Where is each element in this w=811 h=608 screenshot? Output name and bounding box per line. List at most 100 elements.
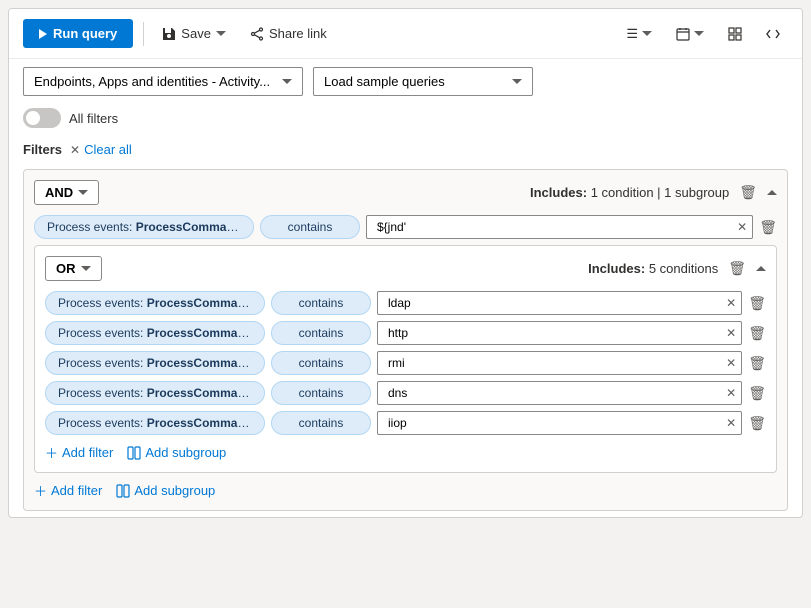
and-add-filter-button[interactable]: ＋ Add filter xyxy=(34,481,102,500)
or-condition-delete-4[interactable]: 🗑 xyxy=(748,415,766,432)
or-condition-operator-3: contains xyxy=(271,381,371,405)
or-condition-row-3: Process events: ProcessComman... contain… xyxy=(45,381,766,405)
calendar-button[interactable] xyxy=(668,23,712,45)
and-condition-value-wrapper: ✕ xyxy=(366,215,753,239)
or-group-info: Includes: 5 conditions 🗑 xyxy=(588,260,766,277)
or-condition-field-2: Process events: ProcessComman... xyxy=(45,351,265,375)
or-condition-value-wrapper-3: ✕ xyxy=(377,381,742,405)
and-condition-field: Process events: ProcessComman... xyxy=(34,215,254,239)
source-dropdown-chevron-icon xyxy=(282,79,292,84)
or-condition-operator-2: contains xyxy=(271,351,371,375)
save-label: Save xyxy=(181,26,211,41)
toolbar-separator xyxy=(143,22,144,46)
run-query-label: Run query xyxy=(53,26,117,41)
grid-button[interactable] xyxy=(720,23,750,45)
main-container: Run query Save Share link ☰ En xyxy=(8,8,803,518)
clear-all-button[interactable]: ✕ Clear all xyxy=(70,142,132,157)
and-group-header: AND Includes: 1 condition | 1 subgroup 🗑 xyxy=(34,180,777,205)
and-add-filter-plus-icon: ＋ xyxy=(34,481,47,500)
and-includes-label: Includes: 1 condition | 1 subgroup xyxy=(530,185,729,200)
source-dropdown-label: Endpoints, Apps and identities - Activit… xyxy=(34,74,270,89)
or-condition-value-wrapper-1: ✕ xyxy=(377,321,742,345)
or-condition-clear-1[interactable]: ✕ xyxy=(726,326,736,340)
and-operator-button[interactable]: AND xyxy=(34,180,99,205)
filters-label: Filters xyxy=(23,142,62,157)
play-icon xyxy=(39,29,47,39)
or-condition-clear-2[interactable]: ✕ xyxy=(726,356,736,370)
and-group-info: Includes: 1 condition | 1 subgroup 🗑 xyxy=(530,184,777,201)
or-condition-operator-4: contains xyxy=(271,411,371,435)
or-condition-delete-1[interactable]: 🗑 xyxy=(748,325,766,342)
all-filters-row: All filters xyxy=(9,104,802,136)
run-query-button[interactable]: Run query xyxy=(23,19,133,48)
and-add-subgroup-icon xyxy=(116,484,130,498)
code-icon xyxy=(766,27,780,41)
and-condition-operator: contains xyxy=(260,215,360,239)
or-condition-delete-3[interactable]: 🗑 xyxy=(748,385,766,402)
and-condition-delete-button[interactable]: 🗑 xyxy=(759,219,777,236)
all-filters-toggle[interactable] xyxy=(23,108,61,128)
or-condition-row-1: Process events: ProcessComman... contain… xyxy=(45,321,766,345)
or-condition-row-4: Process events: ProcessComman... contain… xyxy=(45,411,766,435)
source-dropdown[interactable]: Endpoints, Apps and identities - Activit… xyxy=(23,67,303,96)
save-button[interactable]: Save xyxy=(154,22,234,45)
or-condition-value-input-4[interactable] xyxy=(377,411,742,435)
and-group-collapse-icon[interactable] xyxy=(767,190,777,195)
or-operator-label: OR xyxy=(56,261,76,276)
list-icon: ☰ xyxy=(626,26,638,42)
dropdowns-row: Endpoints, Apps and identities - Activit… xyxy=(9,59,802,104)
and-condition-value-input[interactable] xyxy=(366,215,753,239)
or-condition-field-0: Process events: ProcessComman... xyxy=(45,291,265,315)
or-condition-value-input-1[interactable] xyxy=(377,321,742,345)
or-condition-value-input-2[interactable] xyxy=(377,351,742,375)
or-subgroup: OR Includes: 5 conditions 🗑 Process even… xyxy=(34,245,777,473)
code-button[interactable] xyxy=(758,23,788,45)
or-condition-value-input-3[interactable] xyxy=(377,381,742,405)
or-condition-clear-3[interactable]: ✕ xyxy=(726,386,736,400)
calendar-icon xyxy=(676,27,690,41)
and-condition-row: Process events: ProcessComman... contain… xyxy=(34,215,777,239)
and-operator-chevron-icon xyxy=(78,190,88,195)
or-condition-delete-2[interactable]: 🗑 xyxy=(748,355,766,372)
share-link-button[interactable]: Share link xyxy=(242,22,335,45)
or-condition-field-1: Process events: ProcessComman... xyxy=(45,321,265,345)
save-chevron-icon xyxy=(216,31,226,36)
calendar-chevron-icon xyxy=(694,31,704,36)
or-group-delete-button[interactable]: 🗑 xyxy=(728,260,746,277)
or-condition-value-wrapper-2: ✕ xyxy=(377,351,742,375)
or-condition-operator-0: contains xyxy=(271,291,371,315)
clear-all-label: Clear all xyxy=(84,142,132,157)
or-add-subgroup-button[interactable]: Add subgroup xyxy=(127,445,226,460)
toolbar: Run query Save Share link ☰ xyxy=(9,9,802,59)
or-condition-field-4: Process events: ProcessComman... xyxy=(45,411,265,435)
or-condition-row-2: Process events: ProcessComman... contain… xyxy=(45,351,766,375)
or-add-row: ＋ Add filter Add subgroup xyxy=(45,443,766,462)
and-operator-label: AND xyxy=(45,185,73,200)
share-link-label: Share link xyxy=(269,26,327,41)
or-condition-value-input-0[interactable] xyxy=(377,291,742,315)
or-group-collapse-icon[interactable] xyxy=(756,266,766,271)
or-operator-button[interactable]: OR xyxy=(45,256,102,281)
all-filters-label: All filters xyxy=(69,111,118,126)
or-condition-row-0: Process events: ProcessComman... contain… xyxy=(45,291,766,315)
or-condition-clear-4[interactable]: ✕ xyxy=(726,416,736,430)
or-condition-operator-1: contains xyxy=(271,321,371,345)
or-includes-label: Includes: 5 conditions xyxy=(588,261,718,276)
and-group-delete-button[interactable]: 🗑 xyxy=(739,184,757,201)
grid-icon xyxy=(728,27,742,41)
sample-queries-dropdown[interactable]: Load sample queries xyxy=(313,67,533,96)
or-condition-clear-0[interactable]: ✕ xyxy=(726,296,736,310)
list-view-button[interactable]: ☰ xyxy=(618,22,660,46)
or-add-subgroup-label: Add subgroup xyxy=(145,445,226,460)
and-add-subgroup-button[interactable]: Add subgroup xyxy=(116,483,215,498)
save-icon xyxy=(162,27,176,41)
and-condition-clear-button[interactable]: ✕ xyxy=(737,220,747,234)
or-operator-chevron-icon xyxy=(81,266,91,271)
or-group-header: OR Includes: 5 conditions 🗑 xyxy=(45,256,766,281)
clear-all-x-icon: ✕ xyxy=(70,143,80,157)
or-condition-field-3: Process events: ProcessComman... xyxy=(45,381,265,405)
or-condition-delete-0[interactable]: 🗑 xyxy=(748,295,766,312)
or-add-filter-button[interactable]: ＋ Add filter xyxy=(45,443,113,462)
and-group: AND Includes: 1 condition | 1 subgroup 🗑… xyxy=(23,169,788,511)
and-add-subgroup-label: Add subgroup xyxy=(134,483,215,498)
